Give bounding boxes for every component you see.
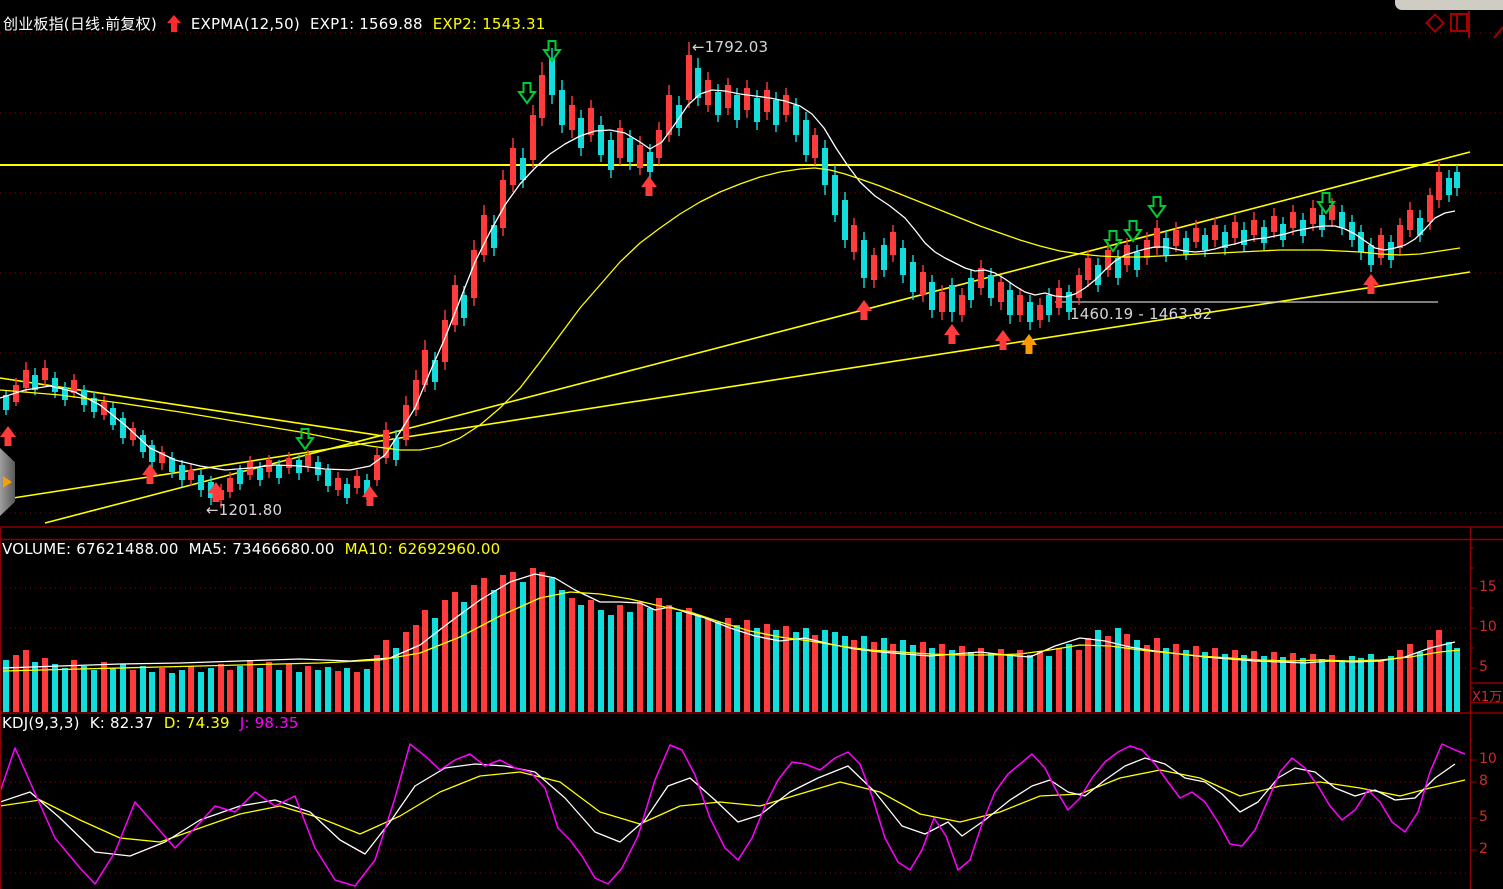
volume-axis-tick-0: 15	[1479, 579, 1497, 595]
kdj-j-value: J: 98.35	[240, 714, 299, 732]
kdj-axis-tick-3: 2	[1479, 841, 1488, 857]
kdj-lines-layer	[0, 744, 1465, 886]
grid-layer	[0, 33, 1503, 873]
signal-arrows-layer	[0, 41, 1379, 506]
volume-ma10-value: MA10: 62692960.00	[345, 540, 501, 558]
kdj-axis-tick-1: 8	[1479, 773, 1488, 789]
volume-axis-tick-1: 10	[1479, 619, 1497, 635]
volume-axis-tick-2: 5	[1479, 659, 1488, 675]
window-top-strip	[1395, 0, 1503, 10]
symbol-title: 创业板指(日线.前复权)	[3, 13, 157, 34]
kdj-axis-tick-2: 5	[1479, 809, 1488, 825]
chart-canvas	[0, 0, 1503, 889]
exp2-value: EXP2: 1543.31	[433, 15, 546, 33]
volume-unit-label: X1万	[1472, 686, 1502, 705]
window-restore-icon-divider	[1456, 15, 1458, 30]
volume-bars-layer	[3, 568, 1460, 712]
stock-chart-app: 创业板指(日线.前复权) EXPMA(12,50) EXP1: 1569.88 …	[0, 0, 1503, 889]
kdj-k-value: K: 82.37	[90, 714, 154, 732]
indicator-name: EXPMA(12,50)	[191, 15, 300, 33]
kdj-axis-tick-0: 10	[1479, 751, 1497, 767]
up-arrow-icon	[167, 15, 181, 32]
trendlines-layer	[0, 152, 1503, 523]
kdj-header: KDJ(9,3,3) K: 82.37 D: 74.39 J: 98.35	[2, 714, 299, 732]
exp1-value: EXP1: 1569.88	[310, 15, 423, 33]
kdj-name: KDJ(9,3,3)	[2, 714, 80, 732]
bottom-price-annotation: ←1201.80	[206, 501, 282, 519]
window-restore-icon[interactable]	[1450, 13, 1468, 32]
volume-value: VOLUME: 67621488.00	[2, 540, 179, 558]
expma-lines-layer	[0, 90, 1460, 470]
volume-header: VOLUME: 67621488.00 MA5: 73466680.00 MA1…	[2, 540, 500, 558]
range-annotation: 1460.19 - 1463.82	[1070, 305, 1212, 323]
kdj-d-value: D: 74.39	[164, 714, 230, 732]
expand-arrow-icon	[3, 476, 12, 488]
window-divider-bar	[1468, 11, 1470, 38]
peak-price-annotation: ←1792.03	[692, 38, 768, 56]
candles-layer	[3, 42, 1460, 508]
volume-ma5-value: MA5: 73466680.00	[189, 540, 335, 558]
chart-header: 创业板指(日线.前复权) EXPMA(12,50) EXP1: 1569.88 …	[3, 13, 546, 34]
